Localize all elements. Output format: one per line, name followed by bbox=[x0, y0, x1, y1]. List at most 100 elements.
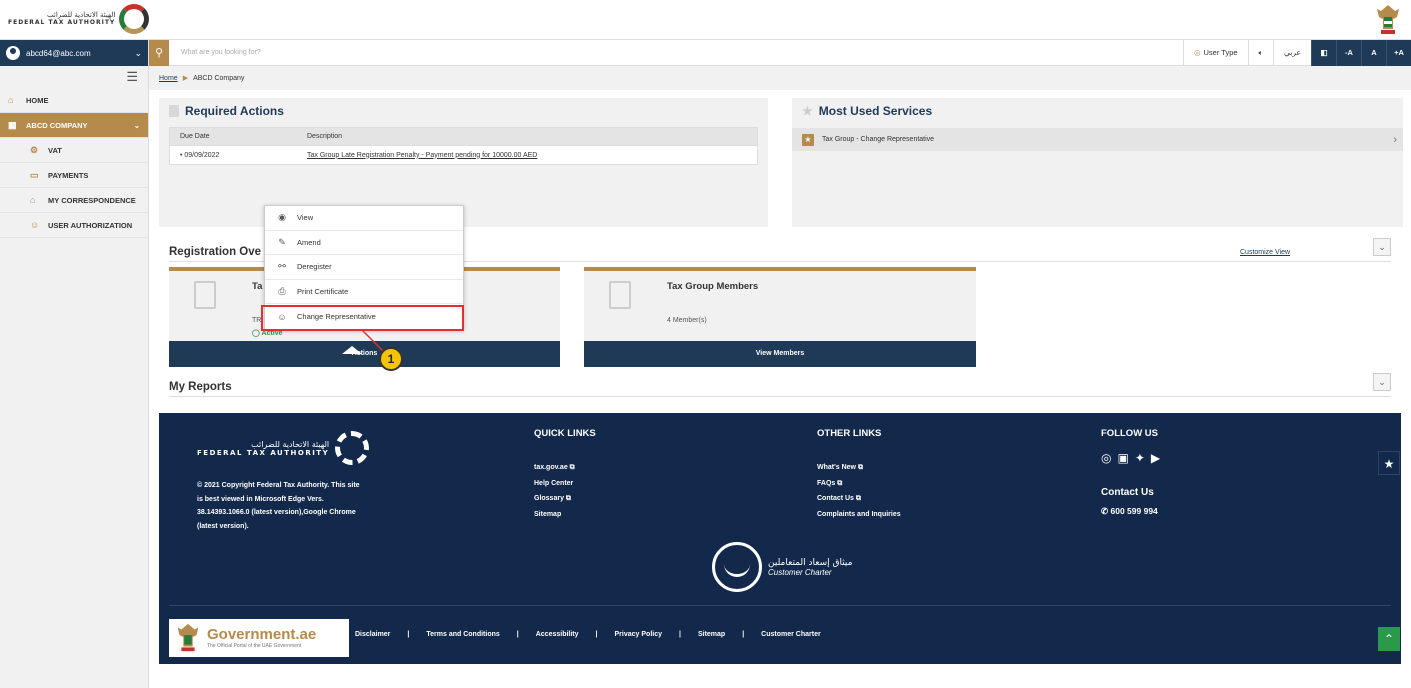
menu-toggle-icon[interactable]: ☰ bbox=[0, 66, 148, 88]
most-used-services-panel: ★ Most Used Services ★ Tax Group - Chang… bbox=[792, 98, 1403, 227]
fta-logo[interactable]: الهيئة الاتحادية للضرائب FEDERAL TAX AUT… bbox=[8, 4, 150, 34]
font-decrease-button[interactable]: -A bbox=[1336, 39, 1361, 66]
terms-link[interactable]: Terms and Conditions bbox=[426, 631, 499, 638]
menu-item-amend[interactable]: ✎ Amend bbox=[265, 231, 463, 256]
font-normal-button[interactable]: A bbox=[1361, 39, 1386, 66]
scroll-top-button[interactable]: ⌃ bbox=[1378, 627, 1400, 651]
tax-group-members-card: Tax Group Members 4 Member(s) bbox=[584, 267, 976, 341]
collapse-reports-button[interactable]: ⌄ bbox=[1373, 373, 1391, 391]
payments-icon: ▭ bbox=[30, 169, 39, 180]
sidebar-item-payments[interactable]: ▭ PAYMENTS bbox=[0, 163, 148, 188]
sidebar-item-label: VAT bbox=[48, 145, 62, 155]
breadcrumb-home-link[interactable]: Home bbox=[159, 75, 178, 82]
service-item-change-representative[interactable]: ★ Tax Group - Change Representative › bbox=[792, 128, 1403, 151]
accessibility-link[interactable]: Accessibility bbox=[536, 631, 579, 638]
link-separator: | bbox=[595, 631, 598, 638]
user-account-dropdown[interactable]: abcd64@abc.com ⌄ bbox=[0, 40, 148, 66]
star-icon: ★ bbox=[802, 133, 814, 146]
uae-emblem-icon bbox=[177, 623, 199, 652]
speaker-button[interactable]: 🔈︎ bbox=[1247, 39, 1274, 66]
footer-link-contact-us[interactable]: Contact Us ⧉ bbox=[817, 491, 901, 507]
due-date-cell: • 09/09/2022 bbox=[180, 151, 220, 159]
footer-link-tax-gov[interactable]: tax.gov.ae ⧉ bbox=[534, 460, 575, 476]
gov-subtitle: The Official Portal of the UAE Governmen… bbox=[207, 643, 302, 649]
chevron-right-icon: › bbox=[1393, 133, 1397, 146]
sidebar-item-my-correspondence[interactable]: ⌂ MY CORRESPONDENCE bbox=[0, 188, 148, 213]
sidebar-item-user-authorization[interactable]: ☺ USER AUTHORIZATION bbox=[0, 213, 148, 238]
search-icon[interactable]: ⚲ bbox=[149, 39, 169, 66]
search-bar: ⚲ What are you looking for? ◎ User Type … bbox=[149, 39, 1411, 66]
link-label: FAQs bbox=[817, 479, 836, 487]
phone-number[interactable]: ✆ 600 599 994 bbox=[1101, 506, 1158, 517]
link-label: Complaints and Inquiries bbox=[817, 510, 901, 518]
link-label: tax.gov.ae bbox=[534, 464, 568, 471]
vat-icon: ⚙ bbox=[30, 144, 39, 155]
my-reports-title: My Reports bbox=[169, 381, 232, 393]
column-header-due-date: Due Date bbox=[180, 133, 210, 140]
customer-charter-link[interactable]: Customer Charter bbox=[761, 631, 821, 638]
language-toggle[interactable]: عربي bbox=[1273, 39, 1311, 66]
sidebar-item-label: HOME bbox=[26, 95, 49, 105]
collapse-registration-button[interactable]: ⌄ bbox=[1373, 238, 1391, 256]
sidebar-item-label: ABCD COMPANY bbox=[26, 120, 88, 130]
youtube-icon[interactable]: ▶ bbox=[1151, 451, 1160, 465]
document-icon bbox=[609, 281, 631, 309]
user-type-button[interactable]: ◎ User Type bbox=[1182, 39, 1248, 66]
language-label: عربي bbox=[1284, 48, 1301, 57]
sidebar-item-vat[interactable]: ⚙ VAT bbox=[0, 138, 148, 163]
trn-label: TR bbox=[252, 317, 262, 324]
charter-arabic: ميثاق إسعاد المتعاملين bbox=[768, 557, 853, 568]
menu-item-print-certificate[interactable]: ⎙ Print Certificate bbox=[265, 280, 463, 305]
external-link-icon: ⧉ bbox=[565, 495, 571, 502]
accessibility-tools: ◎ User Type 🔈︎ عربي ◧ -A A +A bbox=[1182, 39, 1411, 66]
footer-link-help-center[interactable]: Help Center bbox=[534, 476, 575, 492]
deregister-icon: ⚯ bbox=[278, 261, 286, 272]
sidebar-item-abcd-company[interactable]: ▦ ABCD COMPANY ⌄ bbox=[0, 113, 148, 138]
link-label: Sitemap bbox=[534, 510, 562, 518]
search-input[interactable]: What are you looking for? bbox=[181, 49, 261, 56]
font-increase-button[interactable]: +A bbox=[1386, 39, 1411, 66]
link-label: Glossary bbox=[534, 495, 564, 502]
link-separator: | bbox=[516, 631, 519, 638]
disclaimer-link[interactable]: Disclaimer bbox=[355, 631, 390, 638]
favorites-star-button[interactable]: ★ bbox=[1378, 451, 1400, 475]
linkedin-icon[interactable]: ▣ bbox=[1117, 451, 1128, 465]
footer-link-glossary[interactable]: Glossary ⧉ bbox=[534, 491, 575, 507]
sidebar-item-home[interactable]: ⌂ HOME bbox=[0, 88, 148, 113]
chevron-down-icon: ⌄ bbox=[133, 120, 140, 130]
phone-text: 600 599 994 bbox=[1110, 506, 1158, 516]
user-avatar-icon bbox=[6, 46, 20, 60]
twitter-icon[interactable]: ✦ bbox=[1135, 451, 1145, 465]
panel-title-text: Most Used Services bbox=[818, 104, 933, 118]
user-type-label: User Type bbox=[1203, 48, 1238, 57]
footer-link-whats-new[interactable]: What's New ⧉ bbox=[817, 460, 901, 476]
member-count: 4 Member(s) bbox=[667, 317, 707, 324]
external-link-icon: ⧉ bbox=[837, 479, 843, 487]
menu-item-view[interactable]: ◉ View bbox=[265, 206, 463, 231]
card-title: Ta bbox=[252, 281, 263, 292]
sitemap-link[interactable]: Sitemap bbox=[698, 631, 725, 638]
menu-item-deregister[interactable]: ⚯ Deregister bbox=[265, 255, 463, 280]
phone-icon: ✆ bbox=[1101, 506, 1109, 516]
privacy-policy-link[interactable]: Privacy Policy bbox=[615, 631, 662, 638]
contrast-button[interactable]: ◧ bbox=[1311, 39, 1336, 66]
step-callout-badge: 1 bbox=[379, 347, 403, 371]
menu-item-label: Deregister bbox=[297, 262, 332, 272]
card-title: Tax Group Members bbox=[667, 281, 759, 292]
other-links-title: OTHER LINKS bbox=[817, 428, 882, 439]
customer-charter-logo[interactable]: ميثاق إسعاد المتعاملين Customer Charter bbox=[712, 542, 852, 592]
link-label: What's New bbox=[817, 464, 857, 471]
footer-link-complaints[interactable]: Complaints and Inquiries bbox=[817, 507, 901, 523]
government-ae-logo[interactable]: Government.ae The Official Portal of the… bbox=[169, 619, 349, 657]
footer-link-sitemap[interactable]: Sitemap bbox=[534, 507, 575, 523]
required-actions-title: Required Actions bbox=[169, 104, 284, 118]
menu-item-label: Print Certificate bbox=[297, 287, 349, 297]
customize-view-link[interactable]: Customize View bbox=[1240, 249, 1290, 256]
external-link-icon: ⧉ bbox=[569, 464, 575, 471]
penalty-payment-link[interactable]: Tax Group Late Registration Penalty - Pa… bbox=[307, 152, 757, 159]
user-auth-icon: ☺ bbox=[30, 219, 40, 230]
view-members-button[interactable]: View Members bbox=[584, 341, 976, 367]
registration-overview-title: Registration Ove bbox=[169, 246, 262, 258]
instagram-icon[interactable]: ◎ bbox=[1101, 451, 1111, 465]
footer-link-faqs[interactable]: FAQs ⧉ bbox=[817, 476, 901, 492]
